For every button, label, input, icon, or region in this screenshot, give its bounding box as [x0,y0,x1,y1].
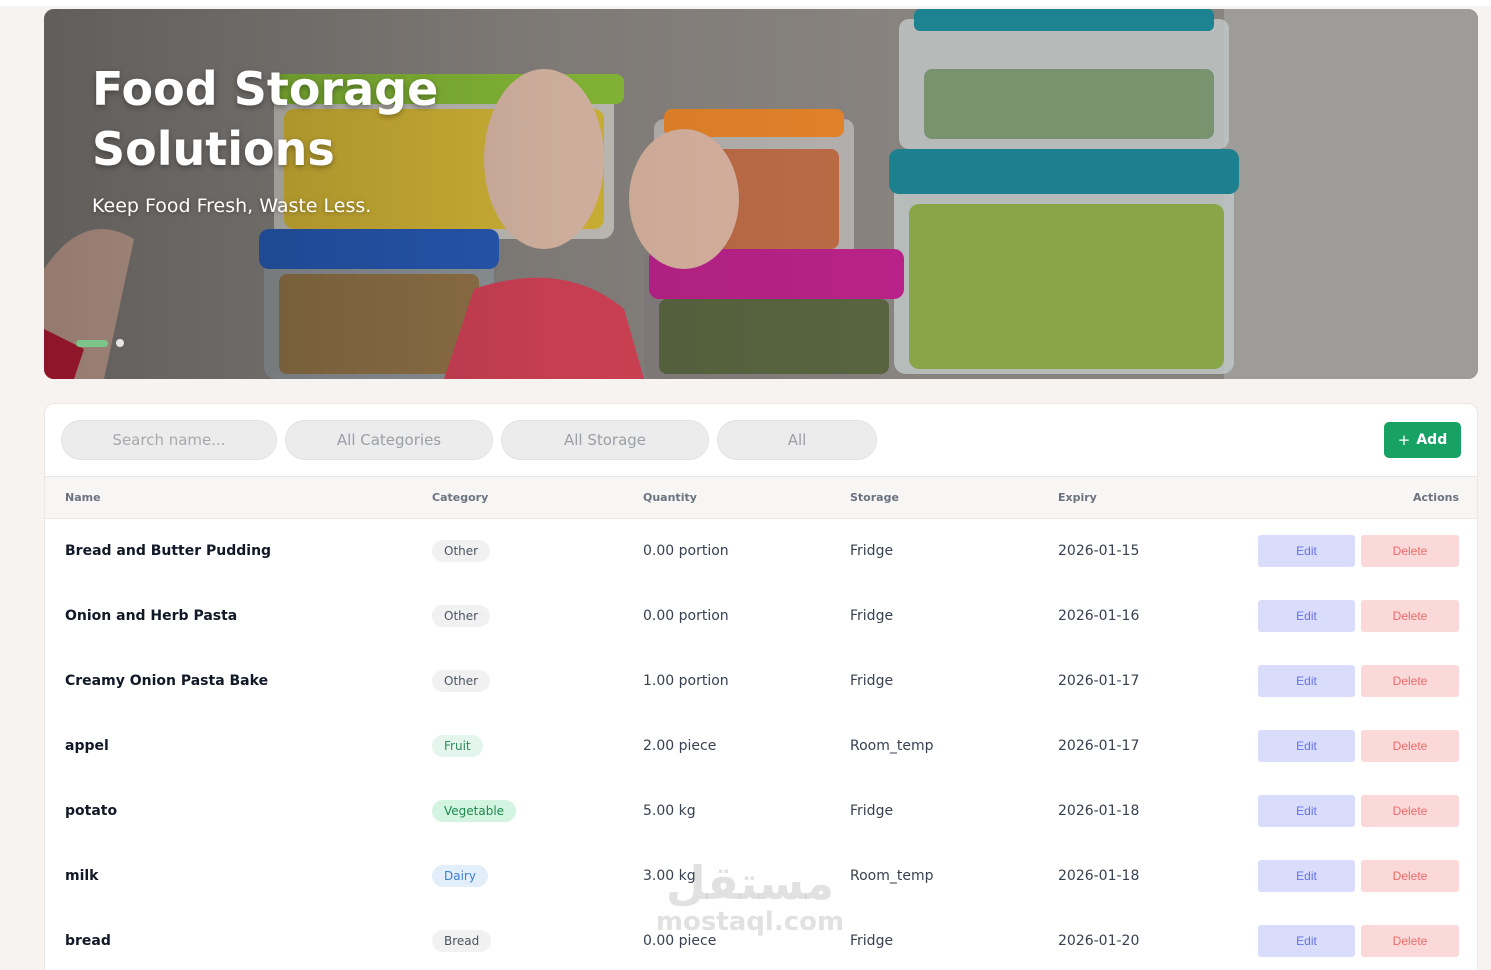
status-filter-select[interactable]: All [717,420,877,460]
edit-button[interactable]: Edit [1258,599,1355,632]
search-field[interactable] [61,420,277,460]
cell-name: milk [65,867,99,884]
category-badge: Other [432,604,491,627]
header-category[interactable]: Category [432,477,643,518]
cell-expiry: 2026-01-15 [1058,542,1140,559]
filter-toolbar: All Categories All Storage All + Add [45,404,1477,477]
category-filter-select[interactable]: All Categories [285,420,493,460]
table-row: bread Bread 0.00 piece Fridge 2026-01-20 Edit… [45,908,1477,970]
table-row: milk Dairy 3.00 kg Room_temp 2026-01-18 Edit D… [45,843,1477,908]
cell-name: Bread and Butter Pudding [65,542,272,559]
cell-category: Bread [432,908,643,970]
add-button[interactable]: + Add [1384,422,1461,458]
cell-actions: Edit Delete [1238,518,1477,583]
table-row: appel Fruit 2.00 piece Room_temp 2026-01-17 E… [45,713,1477,778]
edit-button[interactable]: Edit [1258,794,1355,827]
category-badge: Other [432,539,491,562]
cell-actions: Edit Delete [1238,648,1477,713]
storage-filter-select[interactable]: All Storage [501,420,709,460]
cell-category: Vegetable [432,778,643,843]
cell-storage: Fridge [850,932,894,949]
cell-category: Dairy [432,843,643,908]
cell-actions: Edit Delete [1238,908,1477,970]
cell-category: Other [432,518,643,583]
cell-storage: Room_temp [850,737,934,754]
cell-quantity: 0.00 portion [643,607,729,624]
table-row: Creamy Onion Pasta Bake Other 1.00 portion… [45,648,1477,713]
edit-button[interactable]: Edit [1258,534,1355,567]
category-badge: Bread [432,929,492,952]
cell-actions: Edit Delete [1238,778,1477,843]
delete-button[interactable]: Delete [1361,729,1459,762]
cell-quantity: 1.00 portion [643,672,729,689]
cell-storage: Room_temp [850,867,934,884]
cell-actions: Edit Delete [1238,713,1477,778]
edit-button[interactable]: Edit [1258,924,1355,957]
cell-quantity: 0.00 portion [643,542,729,559]
cell-name: potato [65,802,118,819]
cell-name: appel [65,737,109,754]
carousel-dot-active[interactable] [76,339,108,347]
edit-button[interactable]: Edit [1258,729,1355,762]
food-table-panel: All Categories All Storage All + Add Nam… [44,403,1478,970]
cell-actions: Edit Delete [1238,583,1477,648]
delete-button[interactable]: Delete [1361,924,1459,957]
table-row: potato Vegetable 5.00 kg Fridge 2026-01-18 Ed… [45,778,1477,843]
cell-category: Other [432,648,643,713]
hero-carousel: Food Storage Solutions Keep Food Fresh, … [44,9,1478,379]
plus-icon: + [1397,431,1411,449]
carousel-dot[interactable] [116,339,124,347]
cell-quantity: 3.00 kg [643,867,696,884]
cell-category: Other [432,583,643,648]
header-expiry[interactable]: Expiry [1058,477,1238,518]
food-table: Name Category Quantity Storage Expiry Ac… [45,477,1477,970]
delete-button[interactable]: Delete [1361,859,1459,892]
header-actions: Actions [1413,490,1459,504]
cell-category: Fruit [432,713,643,778]
table-body: Bread and Butter Pudding Other 0.00 portio… [45,518,1477,970]
delete-button[interactable]: Delete [1361,664,1459,697]
cell-name: Onion and Herb Pasta [65,607,238,624]
header-quantity[interactable]: Quantity [643,477,850,518]
edit-button[interactable]: Edit [1258,664,1355,697]
hero-subtitle: Keep Food Fresh, Waste Less. [92,195,372,217]
category-badge: Dairy [432,864,488,887]
search-input[interactable] [62,421,276,459]
cell-expiry: 2026-01-18 [1058,867,1140,884]
table-header-row: Name Category Quantity Storage Expiry Ac… [45,477,1477,518]
category-badge: Fruit [432,734,483,757]
cell-quantity: 5.00 kg [643,802,696,819]
carousel-indicators [76,339,124,347]
header-name[interactable]: Name [45,477,432,518]
cell-name: bread [65,932,111,949]
delete-button[interactable]: Delete [1361,599,1459,632]
cell-expiry: 2026-01-17 [1058,672,1140,689]
cell-expiry: 2026-01-17 [1058,737,1140,754]
table-row: Bread and Butter Pudding Other 0.00 portio… [45,518,1477,583]
header-storage[interactable]: Storage [850,477,1058,518]
delete-button[interactable]: Delete [1361,794,1459,827]
hero-title: Food Storage Solutions [92,62,439,176]
cell-storage: Fridge [850,802,894,819]
cell-storage: Fridge [850,607,894,624]
cell-expiry: 2026-01-18 [1058,802,1140,819]
cell-storage: Fridge [850,672,894,689]
edit-button[interactable]: Edit [1258,859,1355,892]
add-button-label: Add [1416,432,1448,448]
cell-expiry: 2026-01-20 [1058,932,1140,949]
cell-storage: Fridge [850,542,894,559]
cell-expiry: 2026-01-16 [1058,607,1140,624]
cell-name: Creamy Onion Pasta Bake [65,672,269,689]
top-strip [0,0,1491,6]
cell-quantity: 2.00 piece [643,737,717,754]
table-row: Onion and Herb Pasta Other 0.00 portion Fri… [45,583,1477,648]
category-badge: Vegetable [432,799,517,822]
category-badge: Other [432,669,491,692]
cell-actions: Edit Delete [1238,843,1477,908]
delete-button[interactable]: Delete [1361,534,1459,567]
cell-quantity: 0.00 piece [643,932,717,949]
